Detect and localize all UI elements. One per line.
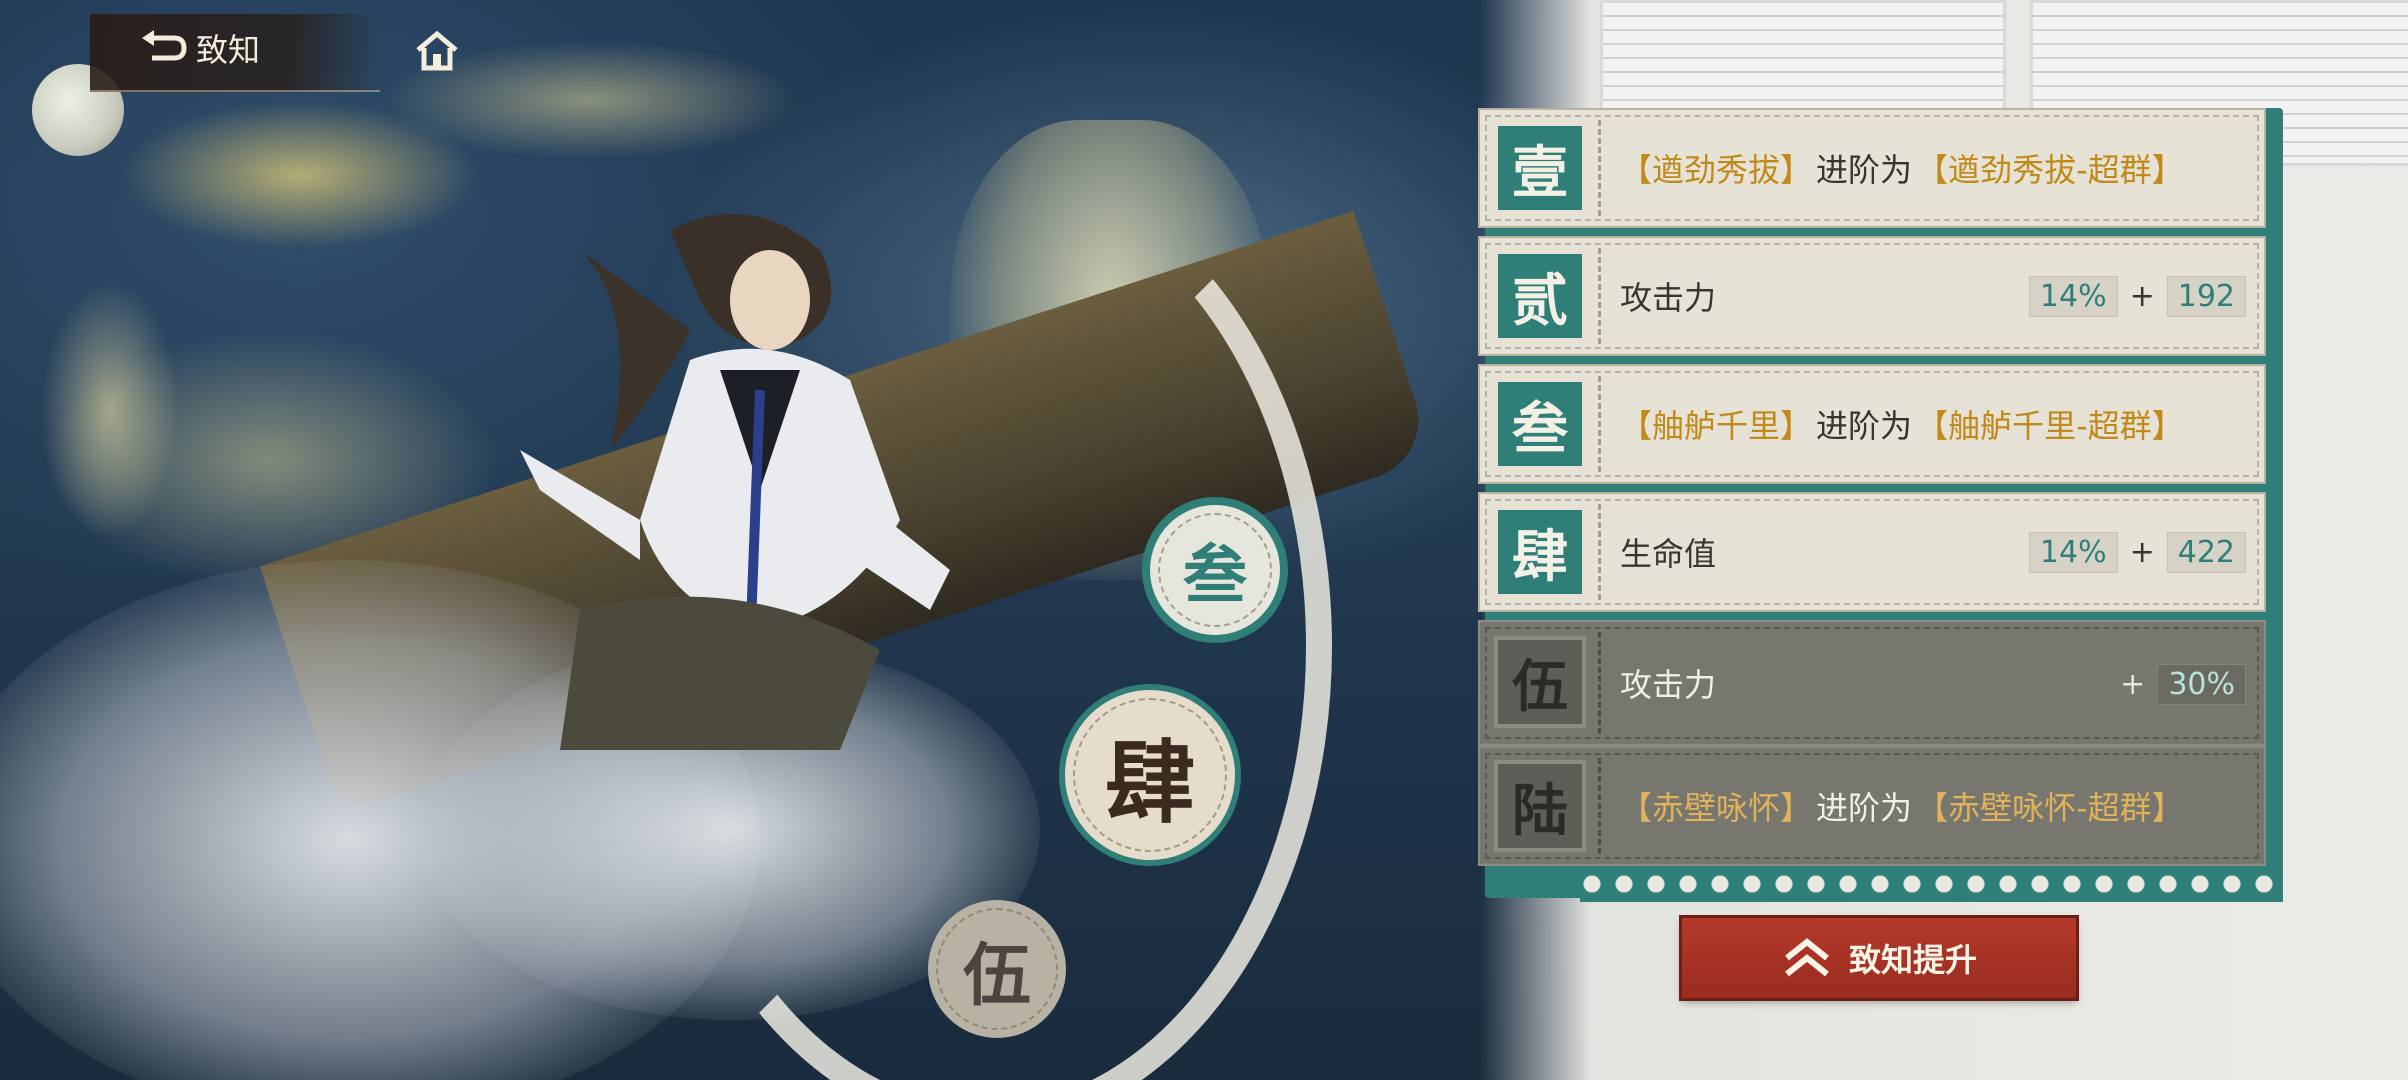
bonus-row-1[interactable]: 壹 【遒劲秀拔】进阶为【遒劲秀拔-超群】 <box>1478 108 2266 228</box>
stat-percent: 14% <box>2028 532 2118 573</box>
skill-result: 舳舻千里-超群 <box>1948 407 2152 445</box>
back-label: 致知 <box>196 31 261 69</box>
upgrade-button[interactable]: 致知提升 <box>1682 918 2076 998</box>
upgrade-label: 致知提升 <box>1848 941 1977 979</box>
row-text: 【赤壁咏怀】进阶为【赤壁咏怀-超群】 <box>1620 748 2184 864</box>
bonus-row-5[interactable]: 伍 攻击力 + 30% <box>1478 620 2266 746</box>
stat-percent: 30% <box>2157 664 2246 705</box>
home-icon[interactable] <box>414 28 460 74</box>
row-divider <box>1598 758 1601 854</box>
stat-label: 生命值 <box>1620 535 1717 573</box>
back-button[interactable]: 致知 <box>140 22 260 74</box>
row-divider <box>1598 504 1601 600</box>
row-badge: 贰 <box>1494 250 1586 342</box>
stage-medallion-3[interactable]: 叁 <box>1150 505 1280 635</box>
bonus-row-6[interactable]: 陆 【赤壁咏怀】进阶为【赤壁咏怀-超群】 <box>1478 746 2266 866</box>
row-divider <box>1598 248 1601 344</box>
stat-flat: 422 <box>2166 532 2246 573</box>
skill-name: 舳舻千里 <box>1652 407 1781 445</box>
stage-medallion-5[interactable]: 伍 <box>928 900 1066 1038</box>
stat-label: 攻击力 <box>1620 666 1717 704</box>
stage-medallion-4[interactable]: 肆 <box>1065 690 1235 860</box>
row-divider <box>1598 376 1601 472</box>
stat-values: 14% + 422 <box>2028 532 2246 573</box>
row-badge: 肆 <box>1494 506 1586 598</box>
row-text: 【舳舻千里】进阶为【舳舻千里-超群】 <box>1620 366 2184 482</box>
advance-text: 进阶为 <box>1816 407 1913 445</box>
stat-percent: 14% <box>2028 276 2118 317</box>
advance-text: 进阶为 <box>1816 789 1913 827</box>
skill-result: 赤壁咏怀-超群 <box>1948 789 2152 827</box>
skill-result: 遒劲秀拔-超群 <box>1948 151 2152 189</box>
row-divider <box>1598 632 1601 734</box>
return-arrow-icon <box>142 30 187 61</box>
ghost-figure-left <box>40 280 180 540</box>
double-chevron-up-icon <box>1785 938 1829 977</box>
stat-values: 14% + 192 <box>2028 276 2246 317</box>
bonus-row-4[interactable]: 肆 生命值 14% + 422 <box>1478 492 2266 612</box>
stat-label: 攻击力 <box>1620 279 1717 317</box>
bonus-row-3[interactable]: 叁 【舳舻千里】进阶为【舳舻千里-超群】 <box>1478 364 2266 484</box>
row-badge: 壹 <box>1494 122 1586 214</box>
panel-stamp-edge <box>1580 866 2283 902</box>
row-text: 【遒劲秀拔】进阶为【遒劲秀拔-超群】 <box>1620 110 2184 226</box>
skill-name: 赤壁咏怀 <box>1652 789 1781 827</box>
stat-flat: 192 <box>2166 276 2246 317</box>
row-divider <box>1598 120 1601 216</box>
stat-values: + 30% <box>2120 664 2246 705</box>
row-badge: 陆 <box>1494 760 1586 852</box>
skill-name: 遒劲秀拔 <box>1652 151 1781 189</box>
row-badge: 伍 <box>1494 636 1586 728</box>
advance-text: 进阶为 <box>1816 151 1913 189</box>
row-badge: 叁 <box>1494 378 1586 470</box>
bonus-row-2[interactable]: 贰 攻击力 14% + 192 <box>1478 236 2266 356</box>
